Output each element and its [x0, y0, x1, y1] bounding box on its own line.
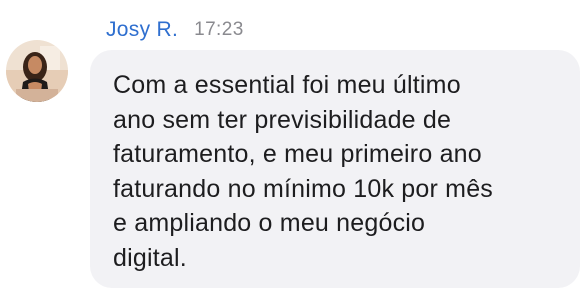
author-name[interactable]: Josy R.	[106, 18, 178, 42]
message-text: Com a essential foi meu último ano sem t…	[113, 71, 494, 272]
user-photo-avatar-icon	[6, 40, 68, 102]
avatar[interactable]	[6, 40, 68, 102]
message-bubble[interactable]: Com a essential foi meu último ano sem t…	[90, 50, 580, 288]
message-timestamp: 17:23	[194, 19, 244, 40]
message-header: Josy R. 17:23	[106, 16, 244, 44]
